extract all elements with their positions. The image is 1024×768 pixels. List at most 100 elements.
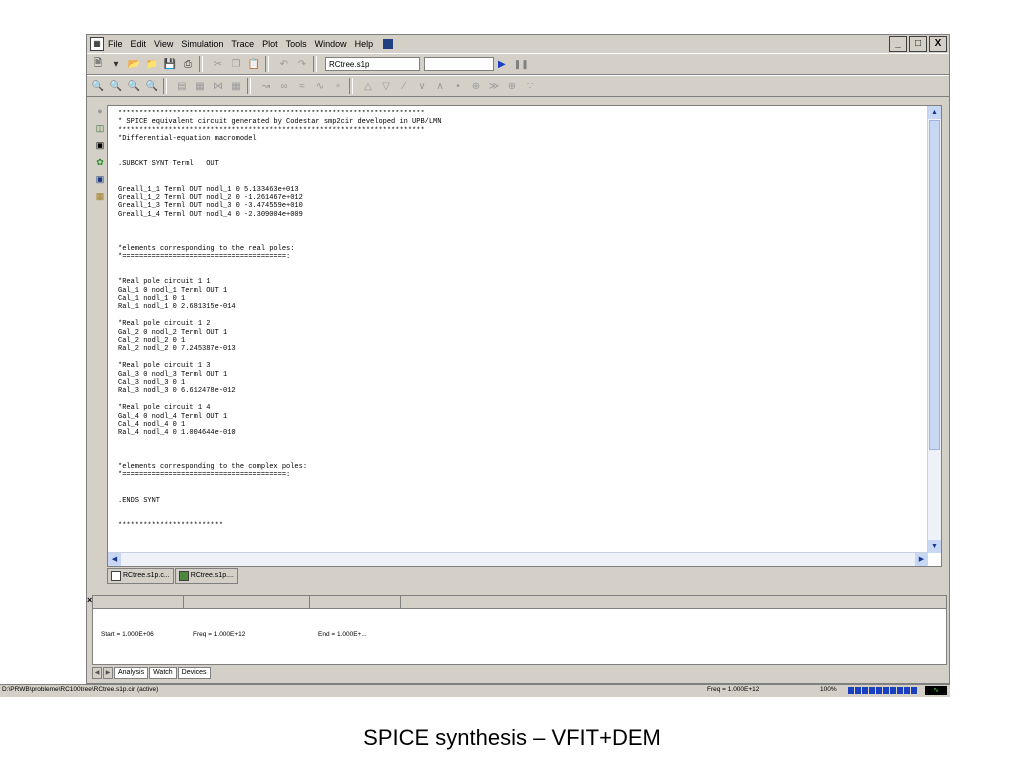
current-marker-icon[interactable]: ▣ <box>94 139 106 151</box>
document-tabs: RCtree.s1p.c... RCtree.s1p.... <box>107 568 239 584</box>
tab-devices[interactable]: Devices <box>177 667 211 679</box>
menu-trace[interactable]: Trace <box>231 39 254 49</box>
zoom-in-icon[interactable]: 🔍 <box>91 79 105 93</box>
progress-indicator <box>848 687 917 694</box>
cursor-slope-icon[interactable]: ∕ <box>397 79 411 93</box>
panel-close-icon[interactable]: × <box>87 595 92 605</box>
cursor-free-icon[interactable]: ⊕ <box>505 79 519 93</box>
cursor-search-icon[interactable]: ⊕ <box>469 79 483 93</box>
probe-icon[interactable]: ● <box>94 105 106 117</box>
pause-icon[interactable]: ❚❚ <box>514 59 529 70</box>
cursor-peak-icon[interactable]: △ <box>361 79 375 93</box>
scroll-thumb[interactable] <box>929 120 940 450</box>
add-trace-icon[interactable]: ↝ <box>259 79 273 93</box>
menu-simulation[interactable]: Simulation <box>181 39 223 49</box>
dropdown-arrow-icon[interactable]: ▾ <box>109 57 123 71</box>
profile-combo[interactable]: RCtree.s1p <box>325 57 420 71</box>
end-value: End = 1.000E+... <box>318 631 367 638</box>
scroll-down-icon[interactable]: ▼ <box>928 540 941 553</box>
mark-icon[interactable]: ∵ <box>523 79 537 93</box>
undo-icon[interactable]: ↶ <box>277 57 291 71</box>
print-icon[interactable]: ⎙ <box>181 57 195 71</box>
plot-file-icon <box>178 571 189 581</box>
scroll-left-icon[interactable]: ◀ <box>108 553 121 566</box>
open-project-icon[interactable]: 📁 <box>145 57 159 71</box>
log-axis-icon[interactable]: ▤ <box>175 79 189 93</box>
simulate-icon[interactable]: ▦ <box>94 190 106 202</box>
code-line: Ral_4 nodl_4 0 1.004644e-010 <box>118 429 236 438</box>
menu-window[interactable]: Window <box>315 39 347 49</box>
doc-tab-plot[interactable]: RCtree.s1p.... <box>174 568 238 584</box>
paste-icon[interactable]: 📋 <box>247 57 261 71</box>
copy-icon[interactable]: ❐ <box>229 57 243 71</box>
minimize-button[interactable]: _ <box>889 36 907 52</box>
doc-tab-cir[interactable]: RCtree.s1p.c... <box>107 568 174 584</box>
open-folder-icon[interactable]: 📂 <box>127 57 141 71</box>
scroll-right-icon[interactable]: ▶ <box>915 553 928 566</box>
menu-help[interactable]: Help <box>355 39 374 49</box>
app-icon[interactable]: ▦ <box>90 37 104 51</box>
cursor-max-icon[interactable]: ∧ <box>433 79 447 93</box>
code-line: *elements corresponding to the complex p… <box>118 463 308 472</box>
run-icon[interactable]: ▶ <box>498 59 506 70</box>
zoom-fit-icon[interactable]: 🔍 <box>145 79 159 93</box>
new-file-icon[interactable]: 🗎 <box>91 57 105 71</box>
tab-watch[interactable]: Watch <box>149 667 177 679</box>
code-line: Ral_2 nodl_2 0 7.245387e-013 <box>118 345 236 354</box>
cursor-trough-icon[interactable]: ▽ <box>379 79 393 93</box>
bias-icon[interactable]: ▣ <box>94 173 106 185</box>
code-line: Cal_1 nodl_1 0 1 <box>118 294 186 303</box>
code-line: Cal_4 nodl_4 0 1 <box>118 421 186 430</box>
cursor-point-icon[interactable]: • <box>451 79 465 93</box>
voltage-marker-icon[interactable]: ◫ <box>94 122 106 134</box>
power-marker-icon[interactable]: ✿ <box>94 156 106 168</box>
status-freq: Freq = 1.000E+12 <box>707 686 760 693</box>
tab-next-icon[interactable]: ▶ <box>103 667 113 679</box>
menu-edit[interactable]: Edit <box>131 39 147 49</box>
cursor-next-icon[interactable]: ≫ <box>487 79 501 93</box>
mark-plot-icon[interactable]: ∘ <box>331 79 345 93</box>
menu-tools[interactable]: Tools <box>286 39 307 49</box>
vertical-scrollbar[interactable]: ▲ ▼ <box>927 106 941 553</box>
close-button[interactable]: X <box>929 36 947 52</box>
performance-icon[interactable]: ⋈ <box>211 79 225 93</box>
trace-math-icon[interactable]: ∞ <box>277 79 291 93</box>
menu-file[interactable]: File <box>108 39 123 49</box>
code-line: Ral_1 nodl_1 0 2.681315e-014 <box>118 303 236 312</box>
tab-analysis[interactable]: Analysis <box>114 667 149 679</box>
code-line: ************************* <box>118 521 224 530</box>
zoom-area-icon[interactable]: 🔍 <box>127 79 141 93</box>
code-line: Cal_2 nodl_2 0 1 <box>118 336 186 345</box>
zoom-out-icon[interactable]: 🔍 <box>109 79 123 93</box>
output-header <box>93 596 946 609</box>
freq-value: Freq = 1.000E+12 <box>193 631 246 638</box>
code-line: .ENDS SYNT <box>118 496 161 505</box>
scroll-up-icon[interactable]: ▲ <box>928 106 941 119</box>
run-combo[interactable] <box>424 57 494 71</box>
cut-icon[interactable]: ✂ <box>211 57 225 71</box>
fourier-icon[interactable]: ▦ <box>193 79 207 93</box>
mark-label-icon[interactable]: ∿ <box>313 79 327 93</box>
menu-plot[interactable]: Plot <box>262 39 278 49</box>
restore-button[interactable]: □ <box>909 36 927 52</box>
mdi-icon[interactable] <box>383 39 394 49</box>
window-controls: _ □ X <box>889 36 947 52</box>
menu-view[interactable]: View <box>154 39 173 49</box>
code-text[interactable]: ****************************************… <box>118 110 918 550</box>
mark-data-icon[interactable]: ≈ <box>295 79 309 93</box>
code-line: *Real pole circuit 1 1 <box>118 278 211 287</box>
horizontal-scrollbar[interactable]: ◀ ▶ <box>108 552 928 566</box>
tab-prev-icon[interactable]: ◀ <box>92 667 102 679</box>
redo-icon[interactable]: ↷ <box>295 57 309 71</box>
code-line: *elements corresponding to the real pole… <box>118 244 295 253</box>
cursor-min-icon[interactable]: ∨ <box>415 79 429 93</box>
grid-icon[interactable]: ▦ <box>229 79 243 93</box>
code-editor[interactable]: ****************************************… <box>107 105 942 567</box>
save-icon[interactable]: 💾 <box>163 57 177 71</box>
